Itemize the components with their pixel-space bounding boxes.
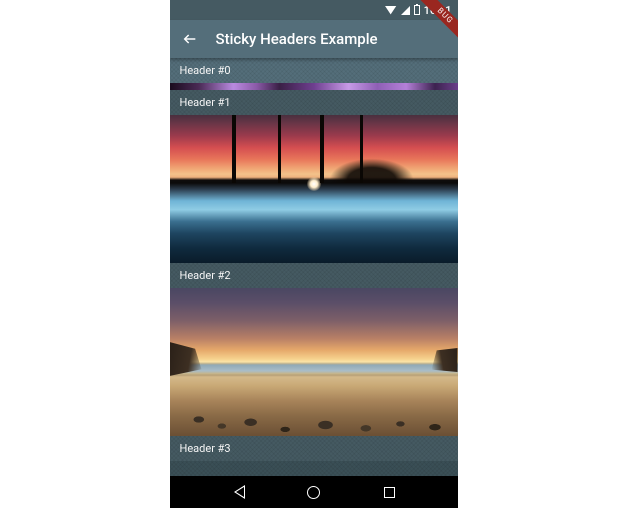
sticky-header-1[interactable]: Header #1	[170, 90, 458, 115]
list-image-1[interactable]	[170, 115, 458, 263]
image2-cliff-left	[170, 342, 202, 376]
app-bar: Sticky Headers Example	[170, 20, 458, 58]
sticky-header-2[interactable]: Header #2	[170, 263, 458, 288]
sticky-header-3[interactable]: Header #3	[170, 436, 458, 461]
list-image-2[interactable]	[170, 288, 458, 436]
battery-icon	[414, 5, 420, 15]
phone-frame: BUG 16:21 Sticky Headers Example Header …	[170, 0, 458, 508]
app-title: Sticky Headers Example	[216, 30, 378, 48]
list-image-0[interactable]	[170, 83, 458, 90]
signal-icon	[401, 6, 410, 15]
nav-recent-icon[interactable]	[382, 485, 396, 499]
back-arrow-icon[interactable]	[182, 31, 198, 47]
wifi-icon	[385, 6, 397, 15]
nav-home-icon[interactable]	[307, 485, 321, 499]
sticky-header-0[interactable]: Header #0	[170, 58, 458, 83]
list-content[interactable]: Header #0 Header #1 Header #2 Header #3	[170, 58, 458, 476]
image1-sun-highlight	[307, 177, 321, 191]
status-bar: 16:21	[170, 0, 458, 20]
nav-back-icon[interactable]	[231, 485, 245, 499]
android-nav-bar	[170, 476, 458, 508]
image2-cliff-right	[432, 348, 458, 372]
